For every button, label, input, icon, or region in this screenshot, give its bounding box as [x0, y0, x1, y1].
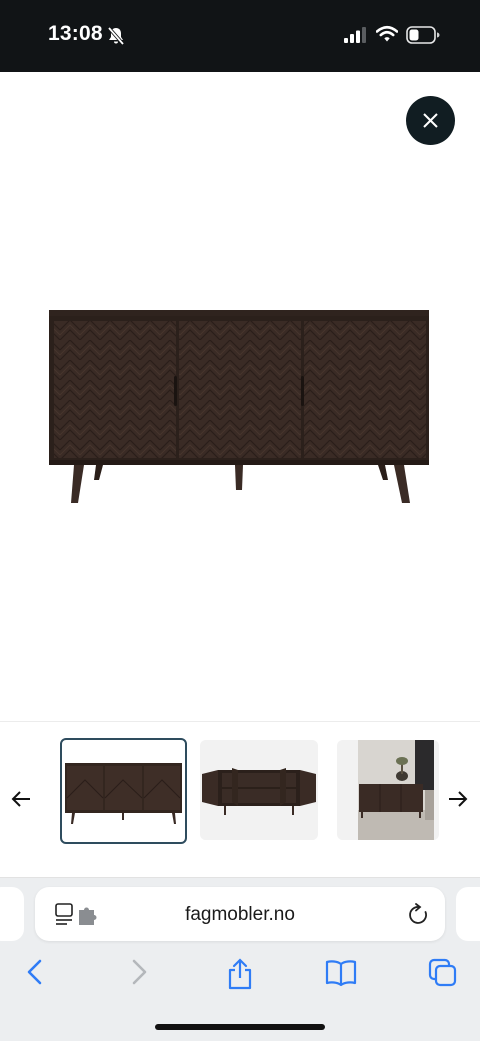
thumbnail-sideboard-room-scene[interactable] [337, 740, 439, 840]
wifi-icon [375, 25, 399, 48]
back-icon[interactable] [24, 958, 46, 991]
status-bar: 13:08 [0, 0, 480, 72]
next-tab-card[interactable] [456, 887, 480, 941]
bookmarks-icon[interactable] [325, 958, 357, 993]
bell-slash-icon [107, 26, 125, 51]
arrow-left-icon[interactable] [10, 788, 32, 815]
battery-icon [406, 26, 440, 49]
close-button[interactable] [406, 96, 455, 145]
main-product-image [49, 310, 429, 503]
thumbnail-sideboard-open-doors[interactable] [200, 740, 318, 840]
forward-icon[interactable] [128, 958, 150, 991]
arrow-right-icon[interactable] [447, 788, 469, 815]
status-time: 13:08 [48, 22, 103, 45]
thumbnail-sideboard-front[interactable] [60, 738, 187, 844]
home-indicator [155, 1024, 325, 1030]
reload-icon[interactable] [408, 903, 430, 932]
previous-tab-card[interactable] [0, 887, 24, 941]
share-icon[interactable] [226, 958, 254, 995]
tabs-icon[interactable] [428, 958, 458, 993]
divider [0, 721, 480, 722]
address-bar[interactable]: fagmobler.no [35, 887, 445, 941]
signal-icon [344, 27, 368, 48]
close-icon [423, 113, 438, 128]
url-text: fagmobler.no [185, 904, 295, 925]
